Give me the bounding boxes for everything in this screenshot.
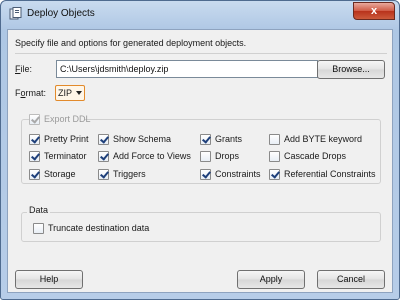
grants-check — [200, 134, 211, 145]
referential-constraints-label: Referential Constraints — [284, 169, 376, 179]
export-ddl-label: Export DDL — [44, 114, 91, 124]
add-force-to-views-label: Add Force to Views — [113, 151, 191, 161]
add-byte-keyword-label: Add BYTE keyword — [284, 134, 363, 144]
show-schema-check — [98, 134, 109, 145]
pretty-print-label: Pretty Print — [44, 134, 89, 144]
referential-constraints-check — [269, 169, 280, 180]
cascade-drops-label: Cascade Drops — [284, 151, 347, 161]
file-path-input[interactable] — [56, 60, 318, 78]
constraints-check — [200, 169, 211, 180]
title-bar[interactable]: Deploy Objects x — [1, 1, 399, 27]
grants-label: Grants — [215, 134, 243, 144]
export-ddl-check — [29, 114, 40, 125]
format-value: ZIP — [58, 88, 73, 98]
browse-button[interactable]: Browse... — [317, 60, 385, 79]
storage-label: Storage — [44, 169, 76, 179]
terminator-check — [29, 151, 40, 162]
apply-button[interactable]: Apply — [237, 270, 305, 289]
dialog-body: Specify file and options for generated d… — [7, 29, 393, 293]
format-select[interactable]: ZIP — [55, 85, 85, 101]
app-icon — [9, 7, 22, 20]
format-label: Format: — [15, 88, 47, 98]
help-button[interactable]: Help — [15, 270, 83, 289]
cancel-button[interactable]: Cancel — [317, 270, 385, 289]
show-schema-label: Show Schema — [113, 134, 172, 144]
export-ddl-checkbox[interactable]: Export DDL — [29, 114, 91, 126]
drops-label: Drops — [215, 151, 240, 161]
triggers-label: Triggers — [113, 169, 146, 179]
triggers-check — [98, 169, 109, 180]
close-button[interactable]: x — [353, 2, 395, 20]
add-byte-keyword-check — [269, 134, 280, 145]
drops-check — [200, 151, 211, 162]
truncate-label: Truncate destination data — [48, 223, 150, 233]
add-force-to-views-check — [98, 151, 109, 162]
pretty-print-check — [29, 134, 40, 145]
constraints-label: Constraints — [215, 169, 261, 179]
terminator-label: Terminator — [44, 151, 87, 161]
dialog-window: Deploy Objects x Specify file and option… — [0, 0, 400, 300]
separator — [15, 53, 387, 54]
chevron-down-icon — [76, 91, 82, 95]
truncate-check — [33, 223, 44, 234]
dialog-description: Specify file and options for generated d… — [15, 38, 247, 48]
file-label: File: — [15, 64, 33, 74]
data-group-label: Data — [27, 205, 51, 215]
storage-check — [29, 169, 40, 180]
window-title: Deploy Objects — [27, 8, 95, 19]
cascade-drops-check — [269, 151, 280, 162]
